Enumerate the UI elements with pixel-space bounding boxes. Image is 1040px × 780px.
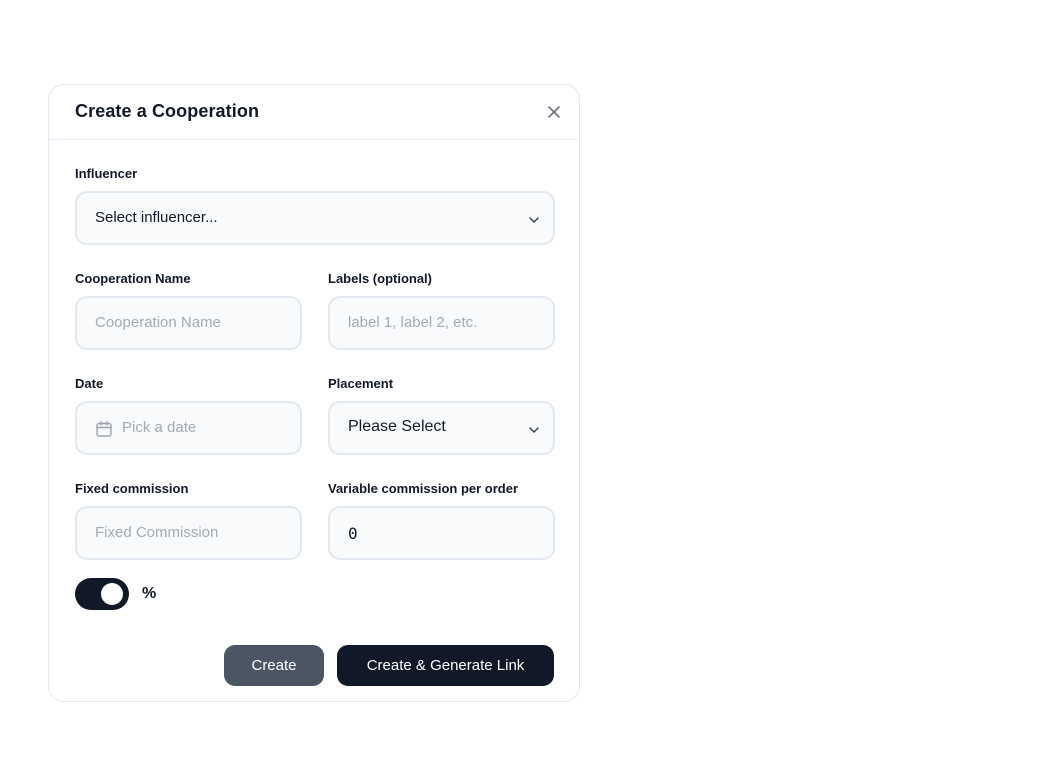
close-icon[interactable] [545, 103, 563, 121]
cooperation-name-input[interactable]: Cooperation Name [75, 296, 302, 350]
fixed-commission-input[interactable]: Fixed Commission [75, 506, 302, 560]
cooperation-name-label: Cooperation Name [75, 271, 191, 286]
variable-commission-label: Variable commission per order [328, 481, 519, 496]
date-label: Date [75, 376, 104, 391]
percent-toggle[interactable] [75, 578, 129, 610]
toggle-knob [101, 583, 123, 605]
create-button[interactable]: Create [224, 645, 324, 686]
labels-input[interactable]: label 1, label 2, etc. [328, 296, 555, 350]
placement-select[interactable]: Please Select [328, 401, 555, 455]
chevron-down-icon [527, 423, 541, 437]
labels-placeholder: label 1, label 2, etc. [348, 314, 478, 331]
influencer-select-value: Select influencer... [95, 209, 218, 226]
variable-commission-value: 0 [348, 524, 358, 543]
create-cooperation-dialog: Create a Cooperation Influencer Select i… [48, 84, 580, 702]
date-placeholder: Pick a date [122, 419, 197, 436]
influencer-label: Influencer [75, 166, 138, 181]
chevron-down-icon [527, 213, 541, 227]
dialog-title: Create a Cooperation [75, 101, 260, 121]
percent-toggle-label: % [142, 585, 157, 602]
placement-select-value: Please Select [348, 418, 446, 435]
calendar-icon [95, 420, 113, 438]
fixed-commission-placeholder: Fixed Commission [95, 524, 219, 541]
placement-label: Placement [328, 376, 394, 391]
fixed-commission-label: Fixed commission [75, 481, 189, 496]
cooperation-name-placeholder: Cooperation Name [95, 314, 221, 331]
labels-label: Labels (optional) [328, 271, 432, 286]
variable-commission-input[interactable]: 0 [328, 506, 555, 560]
date-picker[interactable]: Pick a date [75, 401, 302, 455]
dialog-header: Create a Cooperation [49, 85, 579, 140]
influencer-select[interactable]: Select influencer... [75, 191, 555, 245]
create-generate-link-button[interactable]: Create & Generate Link [337, 645, 554, 686]
